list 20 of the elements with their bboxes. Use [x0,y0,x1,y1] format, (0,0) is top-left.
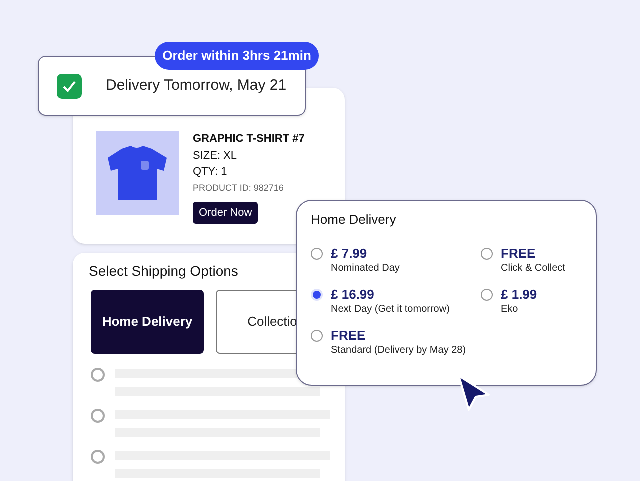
option-description: Eko [501,302,518,316]
price: £ 7.99 [331,246,368,262]
product-name: GRAPHIC T-SHIRT #7 [193,132,305,146]
price: £ 16.99 [331,286,374,302]
popup-title: Home Delivery [311,211,396,229]
product-id: PRODUCT ID: 982716 [193,182,284,194]
price: FREE [501,246,536,262]
option-description: Standard (Delivery by May 28) [331,344,466,356]
price: FREE [331,328,366,344]
shipping-title: Select Shipping Options [89,262,238,280]
shipping-tab[interactable]: Home Delivery [91,290,204,354]
delivery-date: Delivery Tomorrow, May 21 [106,76,287,96]
option-description: Nominated Day [331,262,400,274]
price: £ 1.99 [501,286,538,302]
product-quantity: QTY: 1 [193,165,228,179]
product-size: SIZE: XL [193,149,238,163]
option-description: Click & Collect [501,262,566,274]
order-now-button[interactable]: Order Now [193,202,258,224]
option-description: Next Day (Get it tomorrow) [331,302,450,316]
deadline-badge: Order within 3hrs 21min [155,42,319,70]
